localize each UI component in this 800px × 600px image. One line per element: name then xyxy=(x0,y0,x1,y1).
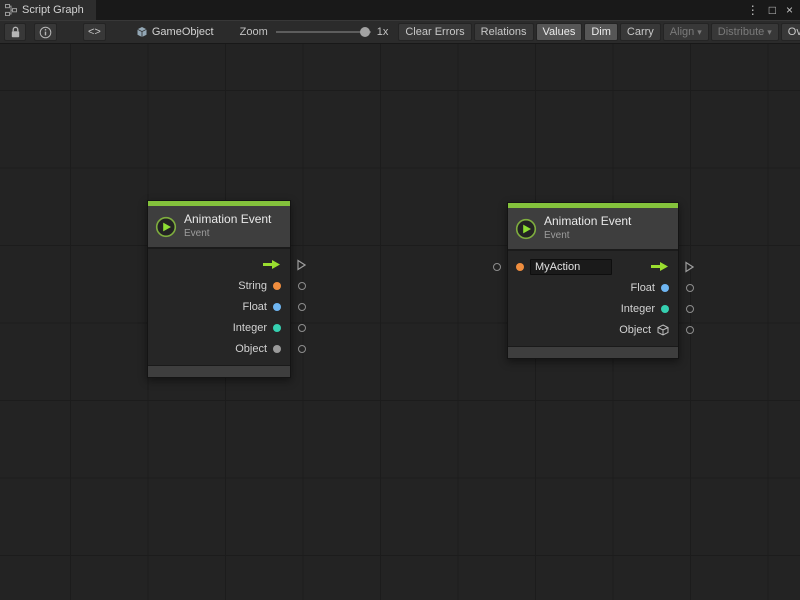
object-cube-icon xyxy=(657,324,669,336)
carry-button[interactable]: Carry xyxy=(620,23,661,41)
relations-button[interactable]: Relations xyxy=(474,23,534,41)
flow-output-port[interactable] xyxy=(685,261,694,272)
distribute-label: Distribute xyxy=(718,26,764,38)
node-title: Animation Event xyxy=(184,213,271,226)
gameobject-label: GameObject xyxy=(152,26,214,38)
object-output-port[interactable] xyxy=(686,326,694,334)
event-play-icon xyxy=(515,218,537,240)
node-header: Animation Event Event xyxy=(148,206,290,247)
string-type-icon xyxy=(273,282,281,290)
graph-canvas[interactable]: Animation Event Event String xyxy=(0,44,800,600)
chevron-down-icon: ▾ xyxy=(767,27,772,38)
distribute-button[interactable]: Distribute ▾ xyxy=(711,23,779,41)
values-button[interactable]: Values xyxy=(536,23,583,41)
output-row-float: Float xyxy=(508,277,678,298)
output-row-object: Object xyxy=(508,319,678,340)
string-type-icon xyxy=(516,263,524,271)
output-row-integer: Integer xyxy=(508,298,678,319)
node-title: Animation Event xyxy=(544,215,631,228)
align-button[interactable]: Align ▾ xyxy=(663,23,709,41)
zoom-slider[interactable] xyxy=(276,23,371,41)
event-play-icon xyxy=(155,216,177,238)
port-label: Integer xyxy=(621,303,655,315)
node-footer xyxy=(148,365,290,377)
integer-output-port[interactable] xyxy=(298,324,306,332)
integer-type-icon xyxy=(661,305,669,313)
flow-output-row xyxy=(148,254,290,275)
action-input-row xyxy=(508,256,678,277)
flow-arrow-icon xyxy=(650,261,669,272)
gameobject-icon xyxy=(136,26,148,38)
zoom-slider-track xyxy=(276,31,371,33)
action-name-field[interactable] xyxy=(530,259,612,275)
tab-title: Script Graph xyxy=(22,4,84,16)
port-label: Float xyxy=(243,301,267,313)
close-icon[interactable]: × xyxy=(786,4,793,16)
output-row-string: String xyxy=(148,275,290,296)
object-type-icon xyxy=(273,345,281,353)
inspect-button[interactable] xyxy=(34,23,57,41)
zoom-label: Zoom xyxy=(240,26,268,38)
float-output-port[interactable] xyxy=(686,284,694,292)
kebab-menu-icon[interactable]: ⋮ xyxy=(747,4,759,16)
zoom-value: 1x xyxy=(377,26,389,38)
animation-event-node-2[interactable]: Animation Event Event xyxy=(507,202,679,359)
integer-type-icon xyxy=(273,324,281,332)
code-icon: <> xyxy=(88,26,101,38)
script-graph-window: Script Graph ⋮ □ × <> xyxy=(0,0,800,600)
node-header-text: Animation Event Event xyxy=(184,213,271,240)
port-label: Object xyxy=(235,343,267,355)
dim-button[interactable]: Dim xyxy=(584,23,618,41)
float-output-port[interactable] xyxy=(298,303,306,311)
node-footer xyxy=(508,346,678,358)
zoom-slider-handle[interactable] xyxy=(360,27,370,37)
node-body: String Float Integer Object xyxy=(148,247,290,365)
overview-button[interactable]: Overview xyxy=(781,23,800,41)
float-type-icon xyxy=(661,284,669,292)
port-label: Float xyxy=(631,282,655,294)
output-row-float: Float xyxy=(148,296,290,317)
integer-output-port[interactable] xyxy=(686,305,694,313)
port-label: String xyxy=(238,280,267,292)
align-label: Align xyxy=(670,26,694,38)
node-body: Float Integer Object xyxy=(508,249,678,346)
node-header: Animation Event Event xyxy=(508,208,678,249)
string-output-port[interactable] xyxy=(298,282,306,290)
output-row-object: Object xyxy=(148,338,290,359)
action-value-input-port[interactable] xyxy=(493,263,501,271)
maximize-icon[interactable]: □ xyxy=(769,4,776,16)
tab-script-graph[interactable]: Script Graph xyxy=(0,0,96,20)
node-header-text: Animation Event Event xyxy=(544,215,631,242)
flow-arrow-icon xyxy=(262,259,281,270)
script-graph-icon xyxy=(5,4,17,16)
chevron-down-icon: ▾ xyxy=(697,27,702,38)
info-icon xyxy=(39,26,52,39)
output-row-integer: Integer xyxy=(148,317,290,338)
object-output-port[interactable] xyxy=(298,345,306,353)
tab-bar: Script Graph ⋮ □ × xyxy=(0,0,800,20)
lock-button[interactable] xyxy=(4,23,26,41)
lock-icon xyxy=(10,26,21,39)
graph-owner[interactable]: GameObject xyxy=(136,26,214,38)
port-label: Integer xyxy=(233,322,267,334)
port-label: Object xyxy=(619,324,651,336)
flow-output-port[interactable] xyxy=(297,259,306,270)
graph-toolbar: <> GameObject Zoom 1x Clear Errors Relat… xyxy=(0,20,800,44)
clear-errors-button[interactable]: Clear Errors xyxy=(398,23,471,41)
float-type-icon xyxy=(273,303,281,311)
animation-event-node-1[interactable]: Animation Event Event String xyxy=(147,200,291,378)
node-subtitle: Event xyxy=(184,228,271,240)
code-preview-button[interactable]: <> xyxy=(83,23,106,41)
node-subtitle: Event xyxy=(544,230,631,242)
window-controls: ⋮ □ × xyxy=(747,0,800,20)
